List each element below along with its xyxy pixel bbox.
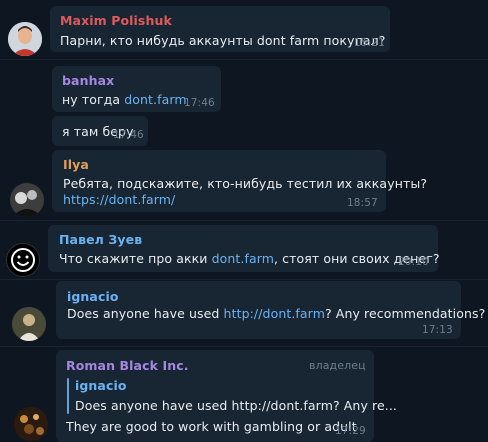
message-bubble[interactable]: ignacio Does anyone have used http://don… (56, 281, 485, 339)
avatar-ignacio[interactable] (12, 307, 46, 341)
message-time: 17:46 (184, 97, 215, 109)
message-text-prefix: Does anyone have used (67, 306, 224, 321)
sender-name[interactable]: Ilya (63, 157, 89, 172)
message-bubble[interactable]: banhax ну тогда dont.farm 17:46 (52, 66, 221, 112)
avatar-maxim-polishuk[interactable] (8, 22, 42, 56)
message-text: Does anyone have used http://dont.farm? … (67, 306, 485, 321)
message-text: Что скажите про акки dont.farm, стоят он… (59, 251, 440, 266)
message-bubble[interactable]: Павел Зуев Что скажите про акки dont.far… (48, 225, 440, 272)
admin-role-badge: владелец (309, 359, 366, 372)
smiley-face-icon (7, 244, 39, 276)
message-text-prefix: ну тогда (62, 92, 125, 107)
message-link[interactable]: dont.farm (124, 92, 186, 107)
message-time: 15:21 (354, 37, 385, 49)
message-text-suffix: ? Any recommendations? (324, 306, 486, 321)
message-text: Парни, кто нибудь аккаунты dont farm пок… (60, 33, 386, 48)
divider (0, 59, 488, 60)
message-time: 18:57 (347, 197, 378, 209)
message-bubble[interactable]: Roman Black Inc. владелец ignacio Does a… (56, 350, 397, 442)
message-bubble[interactable]: Maxim Polishuk Парни, кто нибудь аккаунт… (50, 6, 390, 52)
sender-name[interactable]: Павел Зуев (59, 232, 142, 247)
message-link[interactable]: http://dont.farm (224, 306, 325, 321)
avatar-photo-icon (8, 22, 42, 56)
message-time: 20:10 (398, 256, 429, 268)
divider (0, 346, 488, 347)
avatar-photo-icon (14, 407, 48, 441)
message-time: 17:13 (422, 324, 453, 336)
message-text: ну тогда dont.farm (62, 92, 187, 107)
divider (0, 220, 488, 221)
sender-name[interactable]: ignacio (67, 289, 119, 304)
message-text: Ребята, подскажите, кто-нибудь тестил их… (63, 176, 428, 191)
avatar-roman-black[interactable] (14, 407, 48, 441)
message-time: 17:46 (113, 129, 144, 141)
reply-sender: ignacio (75, 378, 127, 393)
sender-name[interactable]: Roman Black Inc. (66, 358, 189, 373)
message-time: 17:29 (335, 425, 366, 437)
message-text: They are good to work with gambling or a… (66, 419, 357, 434)
avatar-photo-icon (10, 183, 44, 217)
message-bubble[interactable]: Ilya Ребята, подскажите, кто-нибудь тест… (52, 150, 427, 212)
divider (0, 279, 488, 280)
reply-text: Does anyone have used http://dont.farm? … (75, 398, 397, 413)
avatar-pavel-zuev[interactable] (6, 243, 40, 277)
reply-quote-bar (67, 378, 69, 414)
message-link[interactable]: dont.farm (212, 251, 274, 266)
sender-name[interactable]: Maxim Polishuk (60, 13, 172, 28)
message-bubble[interactable]: я там беру 17:46 (52, 116, 148, 146)
sender-name[interactable]: banhax (62, 73, 114, 88)
message-link[interactable]: https://dont.farm/ (63, 192, 175, 207)
avatar-photo-icon (12, 307, 46, 341)
message-text-prefix: Что скажите про акки (59, 251, 212, 266)
avatar-ilya[interactable] (10, 183, 44, 217)
